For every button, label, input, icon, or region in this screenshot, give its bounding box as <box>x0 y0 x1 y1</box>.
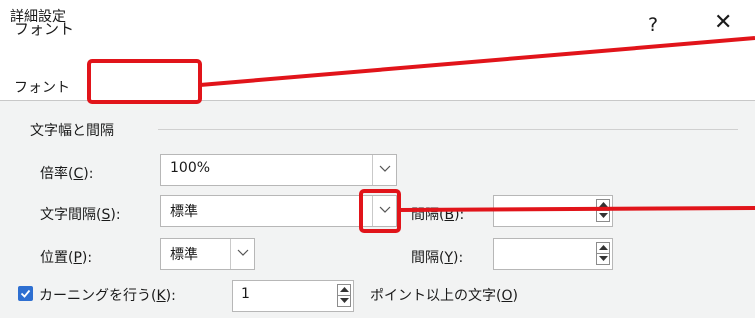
spin-arrows-icon[interactable] <box>596 242 610 265</box>
kerning-label: カーニングを行う(K): <box>39 288 176 304</box>
highlight-box-tab <box>87 59 202 104</box>
group-divider <box>158 129 738 130</box>
font-dialog: フォント ? ✕ フォント 詳細設定 文字幅と間隔 倍率(C): 100% 文字… <box>0 0 755 318</box>
spacing-by-label: 間隔(B): <box>411 207 465 223</box>
position-combo[interactable]: 標準 <box>160 238 255 270</box>
kerning-after-label: ポイント以上の文字(O) <box>370 288 518 304</box>
group-title: 文字幅と間隔 <box>30 123 114 139</box>
kerning-spinner[interactable]: 1 <box>232 280 354 312</box>
kerning-checkbox[interactable] <box>18 286 33 301</box>
chevron-down-icon[interactable] <box>230 239 254 269</box>
help-button[interactable]: ? <box>648 14 658 36</box>
check-icon <box>20 289 31 298</box>
close-button[interactable]: ✕ <box>714 10 732 35</box>
position-by-label: 間隔(Y): <box>411 250 464 266</box>
scale-combo[interactable]: 100% <box>160 154 397 186</box>
position-by-spinner[interactable] <box>493 238 613 270</box>
spacing-label: 文字間隔(S): <box>40 207 121 223</box>
tab-font[interactable]: フォント <box>14 77 70 97</box>
chevron-down-icon[interactable] <box>372 155 396 185</box>
spin-arrows-icon[interactable] <box>337 284 351 307</box>
title-bar: フォント ? ✕ <box>0 0 755 56</box>
scale-label: 倍率(C): <box>40 166 94 182</box>
spacing-value: 標準 <box>170 204 198 220</box>
tab-advanced-label: 詳細設定 <box>10 9 66 25</box>
scale-value: 100% <box>170 160 211 176</box>
position-label: 位置(P): <box>40 250 93 266</box>
spacing-by-spinner[interactable] <box>493 195 613 227</box>
position-value: 標準 <box>170 247 198 263</box>
highlight-box-dropdown <box>359 189 401 233</box>
spin-arrows-icon[interactable] <box>596 199 610 222</box>
kerning-value: 1 <box>241 286 250 302</box>
